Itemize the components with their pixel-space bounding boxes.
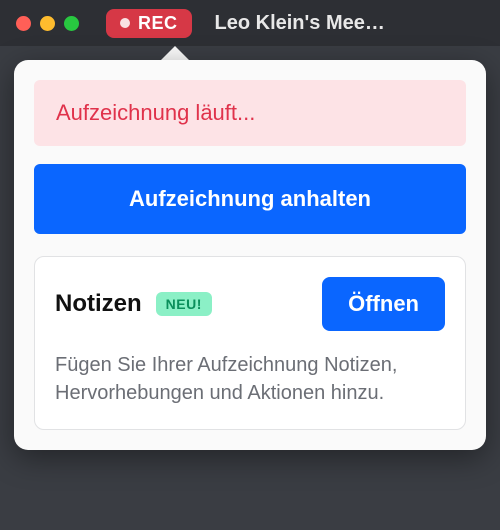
titlebar: REC Leo Klein's Mee…: [0, 0, 500, 46]
pause-recording-button[interactable]: Aufzeichnung anhalten: [34, 164, 466, 234]
recording-indicator[interactable]: REC: [106, 9, 192, 38]
close-icon[interactable]: [16, 16, 31, 31]
recording-popover: Aufzeichnung läuft... Aufzeichnung anhal…: [14, 46, 486, 450]
notes-description: Fügen Sie Ihrer Aufzeichnung Notizen, He…: [55, 351, 445, 407]
window-title: Leo Klein's Mee…: [215, 12, 385, 35]
notes-card: Notizen NEU! Öffnen Fügen Sie Ihrer Aufz…: [34, 256, 466, 430]
new-badge: NEU!: [156, 292, 212, 316]
open-notes-button[interactable]: Öffnen: [322, 277, 445, 331]
recording-indicator-label: REC: [138, 13, 178, 34]
popover-arrow-icon: [161, 46, 189, 60]
recording-status: Aufzeichnung läuft...: [34, 80, 466, 146]
maximize-icon[interactable]: [64, 16, 79, 31]
record-dot-icon: [120, 18, 130, 28]
notes-header: Notizen NEU! Öffnen: [55, 277, 445, 331]
minimize-icon[interactable]: [40, 16, 55, 31]
notes-title: Notizen: [55, 290, 142, 318]
